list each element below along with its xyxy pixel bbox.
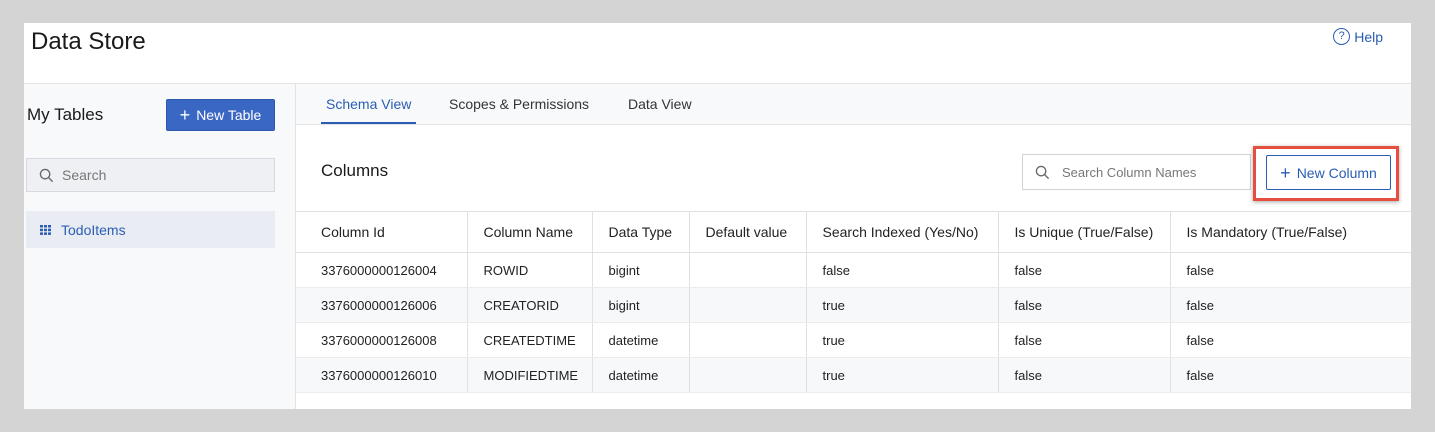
tab-scopes-permissions[interactable]: Scopes & Permissions — [449, 84, 589, 124]
table-cell: false — [1170, 322, 1411, 358]
column-header: Default value — [689, 211, 807, 253]
screenshot-frame: Data Store ? Help My Tables + New Table — [11, 11, 1424, 421]
column-header: Data Type — [592, 211, 690, 253]
table-cell — [689, 357, 807, 393]
page-title: Data Store — [31, 28, 146, 55]
table-cell: CREATORID — [467, 287, 593, 323]
table-header-row: Column Id Column Name Data Type Default … — [296, 211, 1411, 253]
table-cell: false — [1170, 252, 1411, 288]
table-cell: true — [806, 287, 999, 323]
table-row[interactable]: 3376000000126010 MODIFIEDTIME datetime t… — [296, 357, 1411, 393]
table-cell: false — [998, 322, 1171, 358]
table-cell: 3376000000126004 — [296, 252, 468, 288]
main-panel: Schema View Scopes & Permissions Data Vi… — [296, 84, 1411, 409]
table-cell: 3376000000126010 — [296, 357, 468, 393]
column-header: Column Name — [467, 211, 593, 253]
table-cell — [689, 322, 807, 358]
help-link[interactable]: ? Help — [1333, 28, 1383, 45]
new-column-button[interactable]: + New Column — [1266, 155, 1391, 190]
table-row[interactable]: 3376000000126006 CREATORID bigint true f… — [296, 287, 1411, 323]
table-cell: 3376000000126006 — [296, 287, 468, 323]
new-column-label: New Column — [1296, 164, 1377, 181]
sidebar-item-todoitems[interactable]: TodoItems — [26, 211, 275, 248]
help-icon: ? — [1333, 28, 1351, 45]
table-cell: CREATEDTIME — [467, 322, 593, 358]
sidebar-item-label: TodoItems — [61, 221, 126, 238]
tab-schema-view[interactable]: Schema View — [320, 84, 417, 124]
table-search-input[interactable] — [62, 167, 252, 183]
table-cell: datetime — [592, 357, 690, 393]
plus-icon: + — [1280, 162, 1291, 183]
sidebar-title: My Tables — [27, 105, 104, 124]
table-cell: MODIFIEDTIME — [467, 357, 593, 393]
new-table-label: New Table — [196, 107, 262, 123]
column-header: Is Unique (True/False) — [998, 211, 1171, 253]
table-cell: bigint — [592, 287, 690, 323]
table-cell: bigint — [592, 252, 690, 288]
table-cell: ROWID — [467, 252, 593, 288]
table-cell — [689, 287, 807, 323]
help-label: Help — [1354, 28, 1383, 45]
app-window: Data Store ? Help My Tables + New Table — [24, 23, 1411, 409]
plus-icon: + — [179, 105, 191, 125]
column-header: Search Indexed (Yes/No) — [806, 211, 999, 253]
table-row[interactable]: 3376000000126008 CREATEDTIME datetime tr… — [296, 322, 1411, 358]
new-table-button[interactable]: + New Table — [166, 99, 275, 131]
table-row[interactable]: 3376000000126004 ROWID bigint false fals… — [296, 252, 1411, 288]
table-cell: false — [1170, 357, 1411, 393]
table-grid-icon — [40, 224, 51, 235]
column-header: Is Mandatory (True/False) — [1170, 211, 1411, 253]
columns-title: Columns — [321, 161, 389, 180]
top-bar: Data Store ? Help — [24, 23, 1411, 84]
table-cell — [689, 252, 807, 288]
search-icon — [39, 168, 54, 182]
column-search-input[interactable] — [1062, 164, 1242, 180]
table-cell: false — [998, 357, 1171, 393]
sidebar: My Tables + New Table Search TodoItems — [24, 84, 296, 409]
table-cell: false — [998, 287, 1171, 323]
tab-bar: Schema View Scopes & Permissions Data Vi… — [296, 84, 1411, 125]
table-cell: datetime — [592, 322, 690, 358]
column-header: Column Id — [296, 211, 468, 253]
table-cell: false — [806, 252, 999, 288]
table-cell: 3376000000126008 — [296, 322, 468, 358]
column-search-box — [1022, 154, 1251, 190]
search-icon — [1035, 165, 1050, 179]
tab-data-view[interactable]: Data View — [628, 84, 692, 124]
table-cell: true — [806, 357, 999, 393]
table-cell: false — [1170, 287, 1411, 323]
table-search-box — [26, 158, 275, 192]
table-cell: false — [998, 252, 1171, 288]
columns-table: Column Id Column Name Data Type Default … — [296, 211, 1411, 393]
table-cell: true — [806, 322, 999, 358]
